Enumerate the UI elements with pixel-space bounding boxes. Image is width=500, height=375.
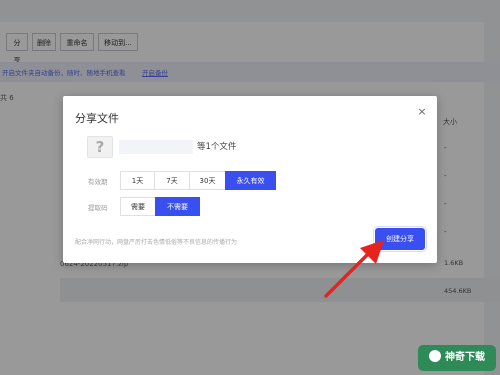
file-count-text: 等1个文件 <box>197 142 237 152</box>
leaf-icon <box>429 350 441 362</box>
validity-selector: 1天 7天 30天 永久有效 <box>120 171 276 190</box>
code-option-required[interactable]: 需要 <box>120 197 156 216</box>
watermark-text: 神奇下载 <box>445 352 485 363</box>
code-label: 提取码 <box>88 204 108 212</box>
file-name-placeholder <box>119 140 193 154</box>
policy-notice: 配合净网行动，网盘严厉打击色情低俗等不良信息的传播行为 <box>75 239 238 246</box>
close-icon[interactable]: × <box>415 105 429 119</box>
validity-option-permanent[interactable]: 永久有效 <box>225 171 276 190</box>
annotation-arrow-icon <box>324 240 384 298</box>
validity-option-30days[interactable]: 30天 <box>189 171 226 190</box>
code-selector: 需要 不需要 <box>120 197 200 216</box>
dialog-title: 分享文件 <box>75 112 119 125</box>
code-option-not-required[interactable]: 不需要 <box>155 197 200 216</box>
validity-option-1day[interactable]: 1天 <box>120 171 155 190</box>
validity-label: 有效期 <box>88 178 108 186</box>
watermark-logo: 神奇下载 <box>418 345 496 371</box>
validity-option-7days[interactable]: 7天 <box>154 171 190 190</box>
unknown-file-icon: ? <box>87 136 113 158</box>
